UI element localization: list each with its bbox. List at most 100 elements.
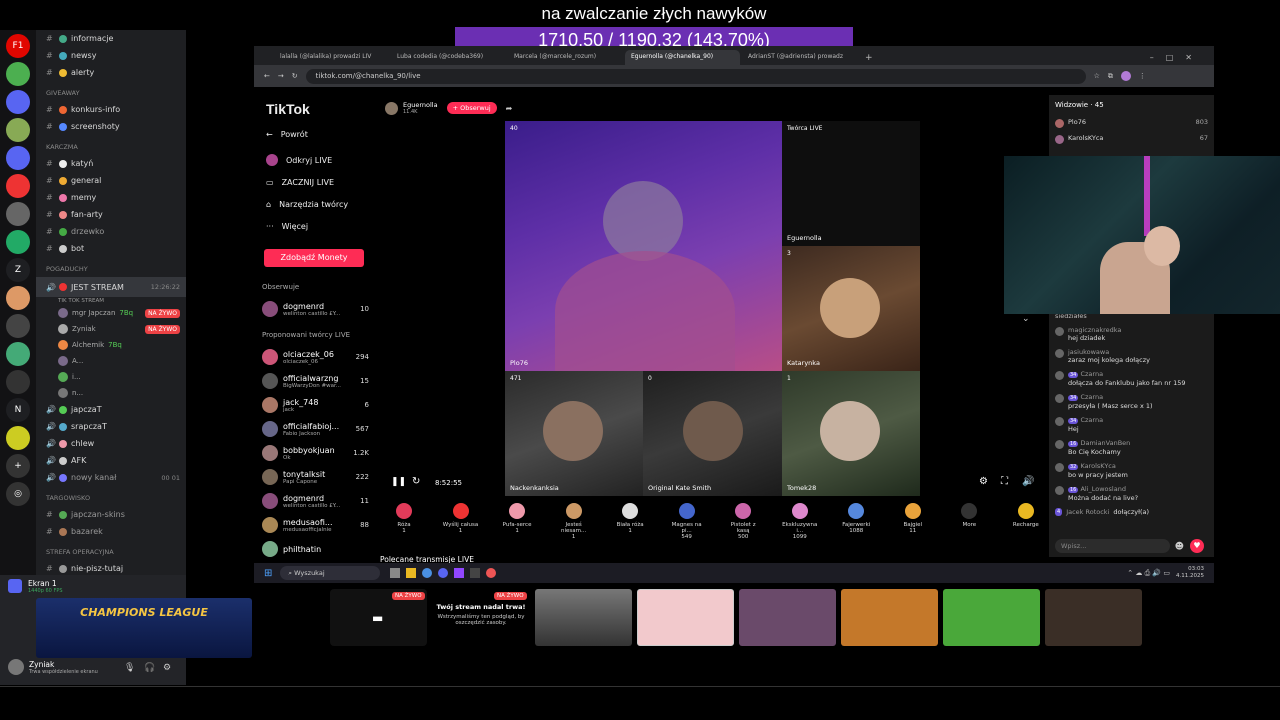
voice-user[interactable]: i... [36,369,186,385]
gift-item[interactable]: Pistolet z kasą 500 [724,503,762,543]
forward-icon[interactable]: → [278,72,284,80]
nav-creator-tools[interactable]: ⌂ Narzędzia twórcy [254,193,379,215]
menu-dots-icon[interactable]: ⋮ [1139,72,1146,80]
stream-card[interactable] [841,589,938,646]
voice-channel-jest-stream[interactable]: 🔊 JEST STREAM 12:26:22 [36,277,186,297]
account-item[interactable]: dogmenrd welinton castillo £Y... 11 [254,489,379,513]
bookmark-star-icon[interactable]: ☆ [1094,72,1100,80]
volume-icon[interactable]: 🔊 [1022,476,1034,487]
clock[interactable]: 03:03 4.11.2025 [1176,566,1204,580]
gift-item[interactable]: Jesteś niesam... 1 [555,503,593,543]
browser-tab[interactable]: lalalla (@lalalika) prowadzi LIV [274,50,389,65]
task-view-icon[interactable] [390,568,401,578]
channel-memy[interactable]: # memy [36,189,186,206]
nav-more[interactable]: ··· Więcej [254,215,379,237]
screen-share-preview[interactable]: CHAMPIONS LEAGUE [36,598,252,658]
url-input[interactable]: tiktok.com/@chanelka_90/live [305,68,1086,84]
video-tile[interactable]: 1 Tomek28 [782,371,920,496]
server-icon[interactable] [6,202,30,226]
account-item[interactable]: dogmenrd welinton castillo £Y... 10 [254,297,379,321]
back-icon[interactable]: ← [264,72,270,80]
explore-icon[interactable]: ◎ [6,482,30,506]
browser-tab[interactable]: AdrianST (@adriensta) prowadz [742,50,857,65]
taskbar-search[interactable]: ⌕ Wyszukaj [280,566,381,580]
server-icon[interactable] [6,230,30,254]
gift-item[interactable]: Biała róża 1 [611,503,649,543]
stream-card-self[interactable]: NA ŻYWO ▬ [330,589,427,646]
server-icon[interactable] [6,90,30,114]
obs-icon[interactable] [486,568,497,578]
channel-alerty[interactable]: # alerty [36,64,186,81]
voice-channel[interactable]: 🔊 japczaT [36,401,186,418]
account-item[interactable]: officialfabioj... Fabio Jackson 567 [254,417,379,441]
server-icon[interactable] [6,314,30,338]
category-pogaduchy[interactable]: POGADUCHY [36,257,186,277]
account-item[interactable]: jack_748 jack 6 [254,393,379,417]
account-item[interactable]: bobbyokjuan Ok 1.2K [254,441,379,465]
tiktok-logo[interactable]: TikTok [254,87,379,117]
category-targowisko[interactable]: TARGOWISKO [36,486,186,506]
tray-icons[interactable]: ⌃ ☁ ⎙ 🔊 ▭ [1127,569,1170,578]
video-tile[interactable]: 471 Nackenkanksia [505,371,643,496]
server-icon[interactable] [6,286,30,310]
file-explorer-icon[interactable] [406,568,417,578]
server-icon[interactable] [6,370,30,394]
add-server-icon[interactable]: + [6,454,30,478]
refresh-icon[interactable]: ↻ [412,476,420,487]
stream-card[interactable] [535,589,632,646]
video-tile[interactable]: 3 Katarynka [782,246,920,371]
video-tile-host[interactable]: Twórca LIVE Eguernolla [782,121,920,246]
nav-zacznij-live[interactable]: ▭ ZACZNIJ LIVE [254,171,379,193]
channel-konkurs-info[interactable]: # konkurs-info [36,101,186,118]
host-info[interactable]: Eguernolla 11.4K + Obserwuj ➦ [385,101,512,115]
gift-item[interactable]: Magnes na pi... 549 [668,503,706,543]
reload-icon[interactable]: ↻ [292,72,298,80]
chevron-down-icon[interactable]: ⌄ [1022,314,1030,324]
channel-fan-arty[interactable]: # fan-arty [36,206,186,223]
account-item[interactable]: officialwarzng BigWarzyDon #war... 15 [254,369,379,393]
share-icon[interactable]: ➦ [506,104,513,113]
voice-user[interactable]: Alchemik 7Bq [36,337,186,353]
get-coins-button[interactable]: Zdobądź Monety [264,249,364,267]
profile-avatar[interactable] [1120,71,1131,81]
server-icon-f1[interactable]: F1 [6,34,30,58]
category-karczma[interactable]: KARCZMA [36,135,186,155]
emoji-icon[interactable]: ☻ [1175,542,1184,552]
gift-item[interactable]: Fajerwerki 1088 [837,503,875,543]
stream-card[interactable] [739,589,836,646]
voice-channel[interactable]: 🔊 nowy kanał 00 01 [36,469,186,486]
app-icon[interactable] [470,568,481,578]
recharge-button[interactable]: Recharge [1007,503,1045,543]
server-icon[interactable] [6,426,30,450]
server-icon[interactable] [6,146,30,170]
voice-channel[interactable]: 🔊 chlew [36,435,186,452]
server-icon[interactable] [6,62,30,86]
chat-input[interactable]: Wpisz... [1055,539,1170,553]
headphones-icon[interactable]: 🎧 [144,663,155,673]
category-strefa[interactable]: STREFA OPERACYJNA [36,540,186,560]
gift-item[interactable]: Wyślij całusa 1 [442,503,480,543]
channel-drzewko[interactable]: # drzewko [36,223,186,240]
chrome-icon[interactable] [422,568,433,578]
stream-card[interactable] [1045,589,1142,646]
window-controls[interactable]: –□✕ [1150,53,1204,65]
channel-informacje[interactable]: # informacje [36,30,186,47]
server-icon-z[interactable]: Z [6,258,30,282]
stream-card[interactable] [943,589,1040,646]
voice-user[interactable]: A... [36,353,186,369]
screen-share-header[interactable]: Ekran 1 1440p 60 FPS [0,575,186,597]
channel-newsy[interactable]: # newsy [36,47,186,64]
voice-user[interactable]: mgr Japczan 7Bq NA ŻYWO [36,305,186,321]
voice-channel[interactable]: 🔊 AFK [36,452,186,469]
channel-bot[interactable]: # bot [36,240,186,257]
new-tab-icon[interactable]: + [865,53,873,65]
account-item[interactable]: olciaczek_06 olciaczek_06 294 [254,345,379,369]
server-icon[interactable] [6,174,30,198]
user-panel[interactable]: Zyniak Trwa współdzielenie ekranu [8,659,98,675]
stream-card-active[interactable] [637,589,734,646]
voice-user[interactable]: n... [36,385,186,401]
channel-screenshoty[interactable]: # screenshoty [36,118,186,135]
gift-item[interactable]: Róża 1 [385,503,423,543]
twitch-icon[interactable] [454,568,465,578]
server-icon[interactable] [6,118,30,142]
